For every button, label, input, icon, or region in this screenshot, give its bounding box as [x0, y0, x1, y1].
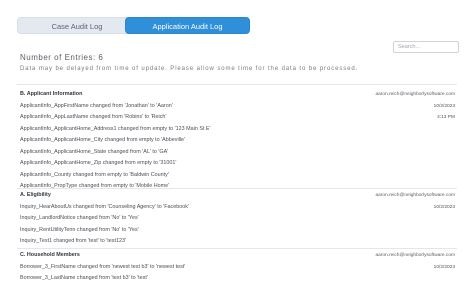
list-item: Borrower_3_LastName changed from 'test b… [17, 273, 457, 285]
search-input[interactable] [393, 41, 459, 53]
change-text: ApplicantInfo_AppLastName changed from '… [20, 114, 167, 120]
section-title: A. Eligibility [20, 192, 51, 198]
list-item: Borrower_3_FirstName changed from 'newes… [17, 262, 457, 274]
change-text: Borrower_3_LastName changed from 'test b… [20, 275, 148, 281]
list-item: Inquiry_LandlordNotice changed from 'No'… [17, 213, 457, 225]
entry-date: 10/2/2023 [433, 204, 455, 210]
list-item: ApplicantInfo_ApplicantHome_Address1 cha… [17, 124, 457, 136]
list-item: ApplicantInfo_AppFirstName changed from … [17, 101, 457, 113]
change-text: Inquiry_Test1 changed from 'test' to 'te… [20, 238, 126, 244]
entry-time: 4:13 PM [437, 115, 455, 120]
tab-application-audit-log[interactable]: Application Audit Log [125, 17, 250, 34]
change-text: Inquiry_HearAboutUs changed from 'Counse… [20, 203, 189, 210]
audit-entry-eligibility: A. Eligibility aaron.reich@neighborlysof… [17, 190, 457, 248]
section-header: C. Household Members aaron.reich@neighbo… [17, 250, 457, 262]
change-text: ApplicantInfo_ApplicantHome_Address1 cha… [20, 125, 211, 132]
list-item: ApplicantInfo_County changed from empty … [17, 170, 457, 182]
section-title: B. Applicant Information [20, 91, 83, 97]
section-header: B. Applicant Information aaron.reich@nei… [17, 89, 457, 101]
audit-entry-applicant-information: B. Applicant Information aaron.reich@nei… [17, 89, 457, 193]
section-header: A. Eligibility aaron.reich@neighborlysof… [17, 190, 457, 202]
change-text: Borrower_3_FirstName changed from 'newes… [20, 263, 186, 270]
entry-date: 10/2/2023 [433, 264, 455, 270]
divider [17, 84, 457, 85]
list-item: ApplicantInfo_ApplicantHome_Zip changed … [17, 158, 457, 170]
section-title: C. Household Members [20, 252, 80, 258]
change-text: Inquiry_RentUtilityTenn changed from 'No… [20, 226, 139, 233]
change-text: ApplicantInfo_ApplicantHome_Zip changed … [20, 160, 177, 166]
entries-count: Number of Entries: 6 [20, 53, 104, 62]
change-text: ApplicantInfo_County changed from empty … [20, 171, 169, 178]
entry-date: 10/2/2023 [433, 103, 455, 109]
list-item: Inquiry_RentUtilityTenn changed from 'No… [17, 225, 457, 237]
change-text: ApplicantInfo_ApplicantHome_City changed… [20, 137, 186, 143]
list-item: ApplicantInfo_ApplicantHome_State change… [17, 147, 457, 159]
data-delay-notice: Data may be delayed from time of update.… [20, 66, 359, 72]
audit-entry-household-members: C. Household Members aaron.reich@neighbo… [17, 250, 457, 285]
change-text: Inquiry_LandlordNotice changed from 'No'… [20, 215, 139, 221]
list-item: Inquiry_HearAboutUs changed from 'Counse… [17, 202, 457, 214]
tab-case-audit-log[interactable]: Case Audit Log [17, 17, 137, 34]
audit-log-tabs: Case Audit Log Application Audit Log [17, 17, 250, 34]
change-text: ApplicantInfo_AppFirstName changed from … [20, 102, 173, 109]
divider [17, 188, 457, 189]
list-item: ApplicantInfo_AppLastName changed from '… [17, 112, 457, 124]
user-email: aaron.reich@neighborlysoftware.com [375, 193, 455, 198]
list-item: ApplicantInfo_ApplicantHome_City changed… [17, 135, 457, 147]
change-text: ApplicantInfo_ApplicantHome_State change… [20, 148, 169, 155]
user-email: aaron.reich@neighborlysoftware.com [375, 253, 455, 258]
user-email: aaron.reich@neighborlysoftware.com [375, 92, 455, 97]
list-item: Inquiry_Test1 changed from 'test' to 'te… [17, 236, 457, 248]
divider [17, 248, 457, 249]
